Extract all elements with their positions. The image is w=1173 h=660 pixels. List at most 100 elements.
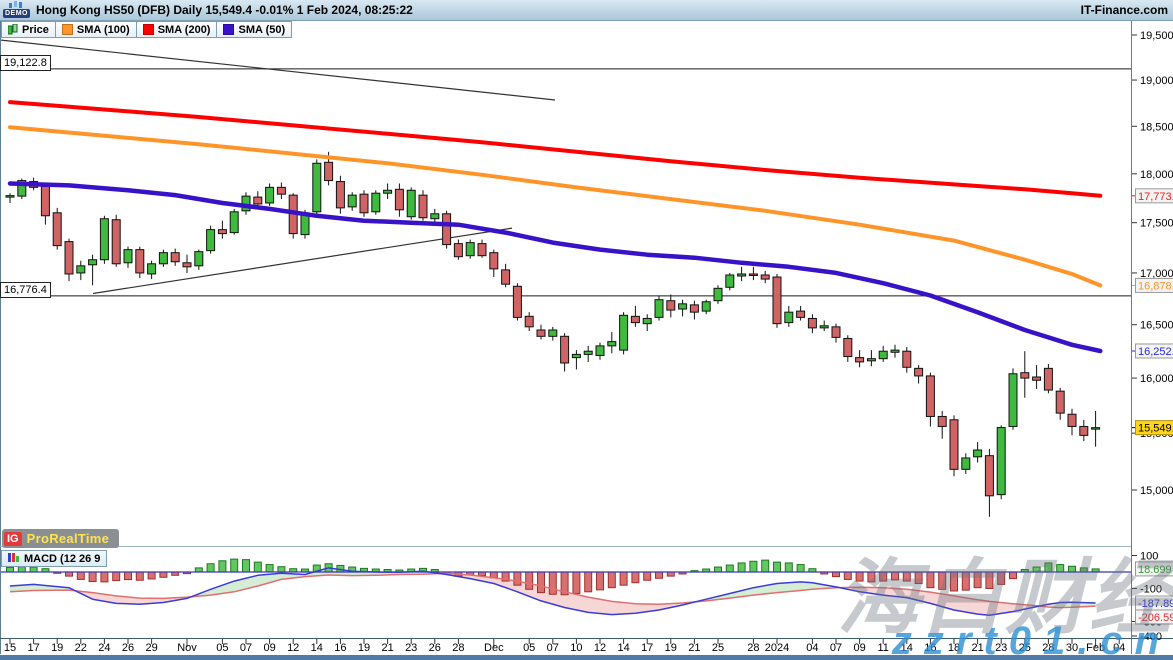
macd-histogram-bar — [89, 572, 96, 582]
macd-histogram-bar — [1010, 572, 1017, 579]
macd-histogram-bar — [762, 560, 769, 572]
legend-chip-sma50[interactable]: SMA (50) — [216, 21, 292, 38]
macd-histogram-bar — [715, 567, 722, 572]
x-tick-label: 04 — [806, 642, 818, 654]
candle-body — [502, 270, 510, 284]
candle-body — [1044, 368, 1052, 390]
price-icon — [8, 24, 18, 35]
candle-body — [124, 250, 132, 263]
y-tick-label: 19,500 — [1140, 30, 1173, 42]
site-link[interactable]: IT-Finance.com — [1081, 3, 1168, 17]
macd-histogram-bar — [1045, 563, 1052, 572]
candle-body — [537, 330, 545, 336]
sma200-swatch-icon — [143, 24, 154, 35]
x-tick-label: 12 — [287, 642, 299, 654]
macd-histogram-bar — [585, 572, 592, 592]
y-tick-label: 18,500 — [1140, 121, 1173, 133]
axis-value-label: 15,549.. — [1138, 423, 1173, 435]
candle-body — [832, 327, 840, 338]
x-tick-label: 26 — [122, 642, 134, 654]
candle-body — [561, 336, 569, 363]
macd-histogram-bar — [254, 562, 261, 572]
candle-body — [1068, 414, 1076, 426]
x-tick-label: 28 — [747, 642, 759, 654]
candle-body — [148, 264, 156, 274]
macd-histogram-bar — [148, 572, 155, 579]
candle-body — [419, 195, 427, 218]
candle-body — [785, 312, 793, 322]
x-tick-label: 30 — [1066, 642, 1078, 654]
x-tick-label: 2024 — [765, 642, 789, 654]
macd-histogram-bar — [998, 572, 1005, 584]
candle-body — [207, 230, 215, 251]
y-tick-label: 19,000 — [1140, 75, 1173, 87]
candle-body — [702, 302, 710, 311]
macd-histogram-bar — [927, 572, 934, 588]
candle-body — [891, 350, 899, 352]
candle-body — [867, 359, 875, 361]
x-tick-label: 23 — [405, 642, 417, 654]
candle-body — [1056, 391, 1064, 413]
macd-value-label: -206.59 — [1138, 612, 1173, 624]
y-tick-label: 16,500 — [1140, 320, 1173, 332]
x-tick-label: 14 — [617, 642, 629, 654]
legend-label: SMA (100) — [77, 24, 130, 36]
candle-body — [679, 304, 687, 309]
legend-label: Price — [22, 24, 49, 36]
x-tick-label: 17 — [27, 642, 39, 654]
x-tick-label: 25 — [1019, 642, 1031, 654]
x-tick-label: 07 — [240, 642, 252, 654]
macd-histogram-bar — [856, 572, 863, 581]
legend-chip-price[interactable]: Price — [1, 21, 56, 38]
sma50-swatch-icon — [223, 24, 234, 35]
macd-histogram-bar — [903, 572, 910, 581]
candle-body — [726, 275, 734, 287]
candle-body — [6, 196, 14, 198]
macd-histogram-bar — [939, 572, 946, 589]
macd-histogram-bar — [514, 572, 521, 585]
macd-histogram-bar — [18, 567, 25, 572]
macd-histogram-bar — [160, 572, 167, 577]
candle-body — [65, 242, 73, 274]
candle-body — [1080, 426, 1088, 435]
candle-body — [915, 368, 923, 376]
candle-body — [431, 214, 439, 219]
legend-label: SMA (200) — [158, 24, 211, 36]
candle-body — [360, 194, 368, 213]
macd-histogram-bar — [797, 565, 804, 572]
macd-histogram-bar — [77, 572, 84, 579]
macd-histogram-bar — [974, 572, 981, 588]
candle-body — [277, 187, 285, 194]
macd-histogram-bar — [1069, 566, 1076, 572]
macd-histogram-bar — [868, 572, 875, 582]
x-tick-label: Nov — [177, 642, 197, 654]
candle-body — [41, 186, 49, 215]
bottom-scroll-strip[interactable] — [0, 655, 1173, 660]
candle-body — [690, 305, 698, 312]
macd-histogram-bar — [125, 572, 132, 580]
price-macd-chart[interactable]: 19,50019,00018,50018,00017,50017,00016,5… — [0, 0, 1173, 660]
macd-tick-label: 100 — [1140, 551, 1158, 563]
candle-body — [761, 275, 769, 279]
candle-body — [230, 212, 238, 233]
candle-body — [820, 326, 828, 328]
candle-body — [513, 286, 521, 317]
candle-body — [100, 219, 108, 260]
candle-body — [254, 197, 262, 204]
legend-chip-sma100[interactable]: SMA (100) — [55, 21, 137, 38]
macd-histogram-bar — [266, 565, 273, 572]
x-tick-label: Dec — [484, 642, 504, 654]
macd-indicator-chip[interactable]: MACD (12 26 9 — [1, 550, 107, 567]
x-tick-label: 29 — [145, 642, 157, 654]
x-tick-label: 14 — [901, 642, 913, 654]
macd-icon — [8, 553, 20, 565]
axis-value-label: 16,252.. — [1138, 346, 1173, 358]
sma100-swatch-icon — [62, 24, 73, 35]
candle-body — [1021, 373, 1029, 378]
legend-chip-sma200[interactable]: SMA (200) — [136, 21, 218, 38]
candle-body — [631, 316, 639, 322]
candle-body — [218, 230, 226, 234]
prorealtime-badge[interactable]: IG ProRealTime — [2, 529, 119, 548]
macd-histogram-bar — [538, 572, 545, 593]
macd-histogram-bar — [243, 560, 250, 572]
